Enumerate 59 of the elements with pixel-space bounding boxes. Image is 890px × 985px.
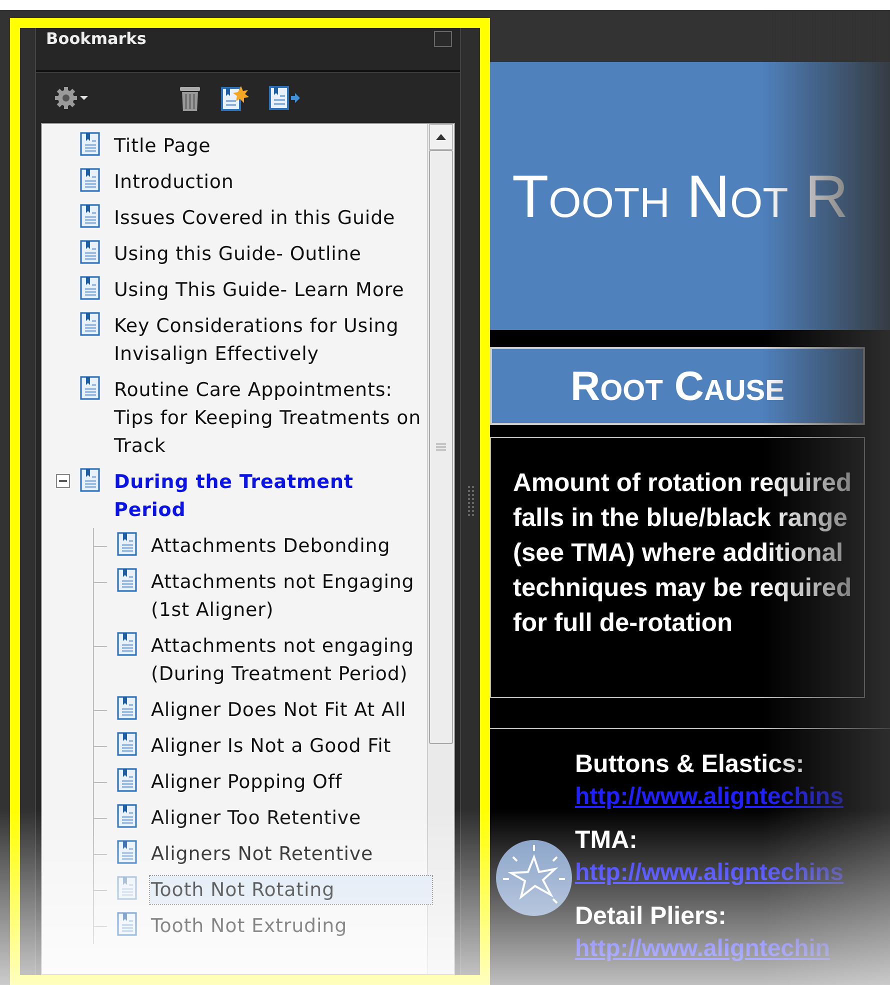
bookmark-icon (117, 696, 137, 720)
bookmark-item[interactable]: Attachments Debonding (150, 532, 392, 560)
gear-icon (54, 86, 90, 110)
bookmark-item[interactable]: Issues Covered in this Guide (113, 204, 396, 232)
delete-button[interactable] (178, 84, 202, 112)
resource-label: TMA: (575, 825, 638, 856)
panel-title: Bookmarks (46, 29, 146, 49)
section-title: Root Cause (570, 362, 784, 410)
grip-icon (436, 443, 446, 451)
up-arrow-icon (436, 134, 446, 140)
bookmark-icon (117, 532, 137, 556)
bookmark-item[interactable]: During the Treatment Period (113, 468, 427, 524)
slide-title: Tooth Not R (512, 162, 848, 230)
resource-label: Buttons & Elastics: (575, 749, 806, 780)
scrollbar[interactable] (427, 124, 454, 974)
bookmark-item[interactable]: Title Page (113, 132, 212, 160)
bookmark-icon (80, 132, 100, 156)
scroll-thumb[interactable] (429, 150, 453, 744)
resource-label: Detail Pliers: (575, 901, 728, 932)
panel-menu-button[interactable] (434, 31, 452, 47)
new-bookmark-icon (220, 84, 250, 112)
expand-bookmark-button[interactable] (268, 84, 302, 112)
bookmark-item[interactable]: Aligners Not Retentive (150, 840, 374, 868)
bookmark-icon (117, 732, 137, 756)
bookmark-item[interactable]: Aligner Is Not a Good Fit (150, 732, 392, 760)
bookmark-icon (117, 568, 137, 592)
bookmark-icon (80, 376, 100, 400)
bookmark-icon (80, 204, 100, 228)
bookmark-arrow-icon (268, 84, 302, 112)
bookmark-icon (80, 240, 100, 264)
trash-icon (178, 84, 202, 112)
starburst-icon (495, 839, 573, 917)
collapse-icon[interactable] (56, 474, 70, 488)
bookmark-icon (117, 840, 137, 864)
bookmark-item[interactable]: Using this Guide- Outline (113, 240, 362, 268)
bookmark-item[interactable]: Routine Care Appointments: Tips for Keeping Treatments on Track (113, 376, 427, 460)
bookmark-icon (117, 768, 137, 792)
bookmark-item[interactable]: Key Considerations for Using Invisalign Effectively (113, 312, 427, 368)
options-button[interactable] (54, 86, 90, 110)
bookmark-icon (80, 468, 100, 492)
bookmark-item[interactable]: Aligner Too Retentive (150, 804, 362, 832)
bookmark-item[interactable]: Aligner Popping Off (150, 768, 344, 796)
new-bookmark-button[interactable] (220, 84, 250, 112)
bookmark-icon (80, 168, 100, 192)
bookmark-icon (117, 876, 137, 900)
bookmark-icon (117, 632, 137, 656)
bookmark-icon (80, 276, 100, 300)
resize-grip-icon[interactable] (468, 486, 474, 518)
cause-text: Amount of rotation required falls in the blue/black range (see TMA) where additional techniques may be required for full de-rotation (513, 468, 853, 639)
bookmark-icon (117, 804, 137, 828)
bookmark-item[interactable]: Aligner Does Not Fit At All (150, 696, 408, 724)
bookmark-item[interactable]: Introduction (113, 168, 235, 196)
scroll-up-button[interactable] (429, 124, 453, 150)
bookmark-item[interactable]: Using This Guide- Learn More (113, 276, 406, 304)
bookmark-icon (80, 312, 100, 336)
bookmark-item[interactable]: Attachments not engaging (During Treatment Period) (150, 632, 427, 688)
bookmark-item[interactable]: Tooth Not Rotating (150, 876, 432, 904)
bookmark-icon (117, 912, 137, 936)
bookmark-item[interactable]: Attachments not Engaging (1st Aligner) (150, 568, 427, 624)
